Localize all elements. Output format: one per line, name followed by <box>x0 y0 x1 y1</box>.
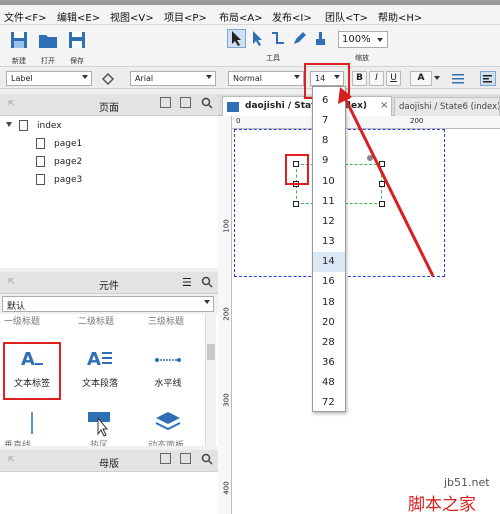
watermark: jb51.net 脚本之家 <box>400 468 500 514</box>
annotation-arrow <box>338 87 435 277</box>
watermark-site: jb51.net <box>444 476 490 489</box>
watermark-brand: 脚本之家 <box>408 495 476 514</box>
